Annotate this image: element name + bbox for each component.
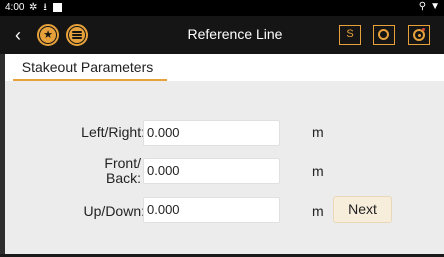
s-button[interactable]: S xyxy=(339,25,361,45)
database-icon xyxy=(69,27,85,43)
tab-bar: Stakeout Parameters xyxy=(5,54,444,81)
back-button[interactable]: ‹ xyxy=(8,24,28,46)
status-left-icons: ✲ ⭳ xyxy=(29,2,62,13)
left-right-unit: m xyxy=(312,124,324,140)
wifi-icon: ▼ xyxy=(430,1,440,12)
chevron-left-icon: ‹ xyxy=(15,25,21,45)
up-down-input[interactable]: 0.000 xyxy=(143,197,280,223)
left-right-label: Left/Right: xyxy=(81,124,145,140)
tab-stakeout-parameters[interactable]: Stakeout Parameters xyxy=(9,54,166,81)
download-icon: ⭳ xyxy=(43,2,47,13)
content-panel: Stakeout Parameters Left/Right: 0.000 m … xyxy=(5,54,444,254)
front-back-label-line2: Back: xyxy=(105,170,141,186)
target-button[interactable] xyxy=(408,25,430,45)
status-bar: 4:00 ✲ ⭳ ⚲ ▼ xyxy=(0,0,444,16)
app-frame: 4:00 ✲ ⭳ ⚲ ▼ ‹ ★ Reference Line S Stakeo… xyxy=(0,0,444,257)
front-back-label-line1: Front/ xyxy=(104,155,141,171)
favorite-button[interactable]: ★ xyxy=(37,24,59,46)
up-down-unit: m xyxy=(312,203,324,219)
square-icon xyxy=(52,3,62,12)
up-down-label: Up/Down: xyxy=(83,203,145,219)
title-bar: ‹ ★ Reference Line S xyxy=(0,16,444,54)
next-button[interactable]: Next xyxy=(333,196,392,223)
front-back-unit: m xyxy=(312,163,324,179)
settings-icon: ✲ xyxy=(29,2,38,13)
globe-icon xyxy=(378,29,389,40)
active-tab-indicator xyxy=(13,79,167,81)
page-title: Reference Line xyxy=(187,26,283,42)
left-right-input[interactable]: 0.000 xyxy=(143,120,280,146)
location-icon: ⚲ xyxy=(418,1,427,12)
star-icon: ★ xyxy=(40,27,56,43)
front-back-label: Front/ Back: xyxy=(60,156,141,186)
database-button[interactable] xyxy=(66,24,88,46)
status-time: 4:00 xyxy=(5,2,25,13)
status-right-icons: ⚲ ▼ xyxy=(419,1,440,12)
map-button[interactable] xyxy=(373,25,395,45)
front-back-input[interactable]: 0.000 xyxy=(143,158,280,184)
